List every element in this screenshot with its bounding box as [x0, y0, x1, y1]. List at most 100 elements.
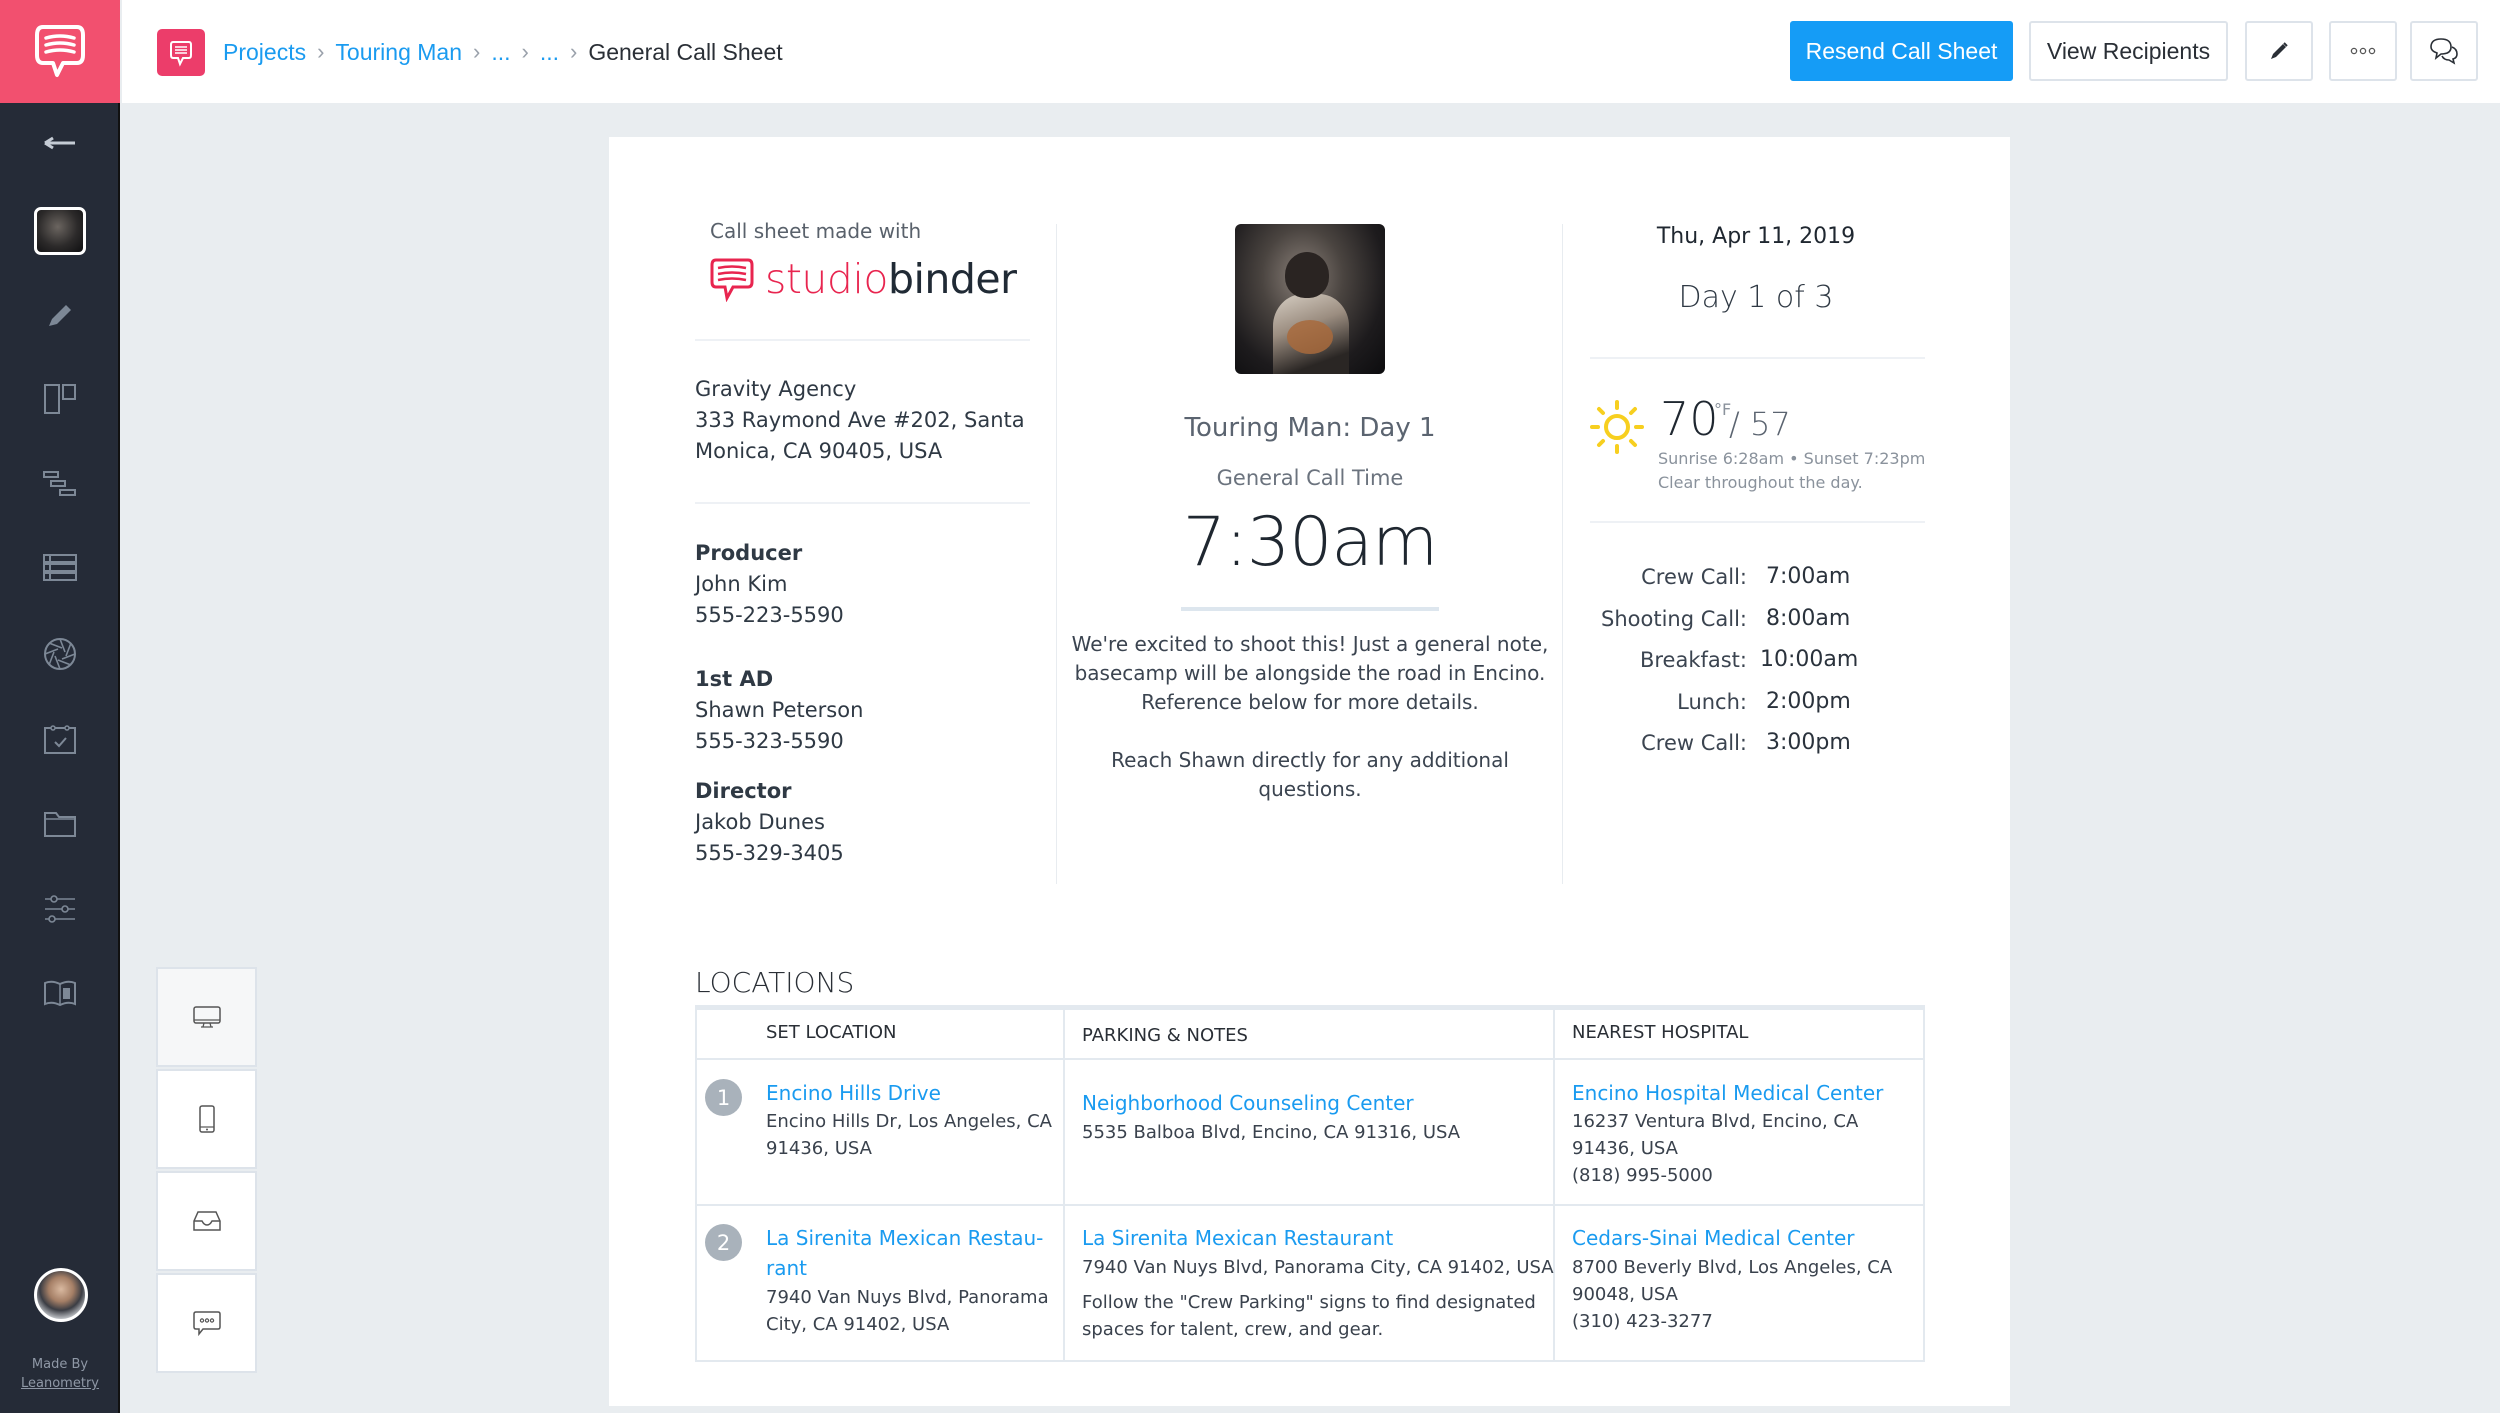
company-address-line1: 333 Raymond Ave #202, Santa	[695, 408, 1025, 432]
contact-phone[interactable]: 555-329-3405	[695, 838, 844, 869]
location-number-badge: 1	[705, 1079, 742, 1116]
preview-sms-button[interactable]	[156, 1273, 257, 1373]
made-by-label: Made By	[31, 1357, 89, 1372]
set-location-link[interactable]: Encino Hills Drive	[766, 1079, 941, 1108]
column-divider	[1562, 224, 1563, 884]
chat-logo-icon	[170, 40, 192, 67]
contact-name: Jakob Dunes	[695, 810, 825, 834]
book-info-icon[interactable]	[0, 963, 120, 1023]
inbox-icon	[192, 1211, 221, 1231]
header-parking-notes: PARKING & NOTES	[1082, 1025, 1248, 1046]
project-thumbnail[interactable]	[0, 201, 120, 261]
set-location-link[interactable]: rant	[766, 1254, 807, 1283]
view-recipients-button[interactable]: View Recipients	[2029, 21, 2228, 81]
board-icon[interactable]	[0, 369, 120, 429]
shoot-date: Thu, Apr 11, 2019	[1656, 224, 1856, 249]
hospital-address: 8700 Beverly Blvd, Los Angeles, CA	[1572, 1257, 1893, 1278]
set-location-address: 91436, USA	[766, 1138, 872, 1159]
breadcrumb-projects[interactable]: Projects	[223, 39, 306, 66]
studiobinder-logo-icon	[710, 258, 754, 302]
comments-icon	[2430, 38, 2458, 65]
note-paragraph: Reach Shawn directly for any additional …	[1111, 748, 1509, 801]
back-arrow-icon[interactable]	[0, 113, 120, 173]
table-column-divider	[1063, 1010, 1065, 1362]
preview-mode-toolbar	[156, 967, 257, 1377]
desktop-icon	[192, 1006, 221, 1028]
project-image	[1235, 224, 1385, 374]
project-thumbnail-image	[34, 207, 86, 255]
sms-icon	[192, 1311, 221, 1336]
hospital-address: 16237 Ventura Blvd, Encino, CA	[1572, 1111, 1859, 1132]
logo-text-binder: binder	[887, 255, 1017, 303]
contact-role: 1st AD	[695, 667, 774, 691]
set-location-link[interactable]: La Sirenita Mexican Restau-	[766, 1224, 1043, 1253]
edit-button[interactable]	[2245, 21, 2313, 81]
pencil-icon[interactable]	[0, 285, 120, 345]
note-paragraph: We're excited to shoot this! Just a gene…	[1071, 632, 1549, 714]
parking-note: Follow the "Crew Parking" signs to find …	[1082, 1292, 1536, 1313]
folder-icon[interactable]	[0, 794, 120, 854]
schedule-time: 10:00am	[1760, 647, 1859, 672]
list-icon[interactable]	[0, 538, 120, 598]
schedule-label: Crew Call:	[1641, 565, 1747, 589]
hospital-link[interactable]: Cedars-Sinai Medical Center	[1572, 1224, 1854, 1253]
set-location-address: 7940 Van Nuys Blvd, Panorama	[766, 1287, 1049, 1308]
day-counter: Day 1 of 3	[1678, 280, 1834, 315]
column-divider	[1056, 224, 1057, 884]
contact-name: John Kim	[695, 572, 788, 596]
breadcrumb-touring-man[interactable]: Touring Man	[335, 39, 462, 66]
contact-name: Shawn Peterson	[695, 698, 864, 722]
preview-desktop-button[interactable]	[156, 967, 257, 1067]
calendar-check-icon[interactable]	[0, 709, 120, 769]
hospital-link[interactable]: Encino Hospital Medical Center	[1572, 1079, 1883, 1108]
studiobinder-logo[interactable]	[0, 0, 120, 103]
general-note: We're excited to shoot this! Just a gene…	[1070, 630, 1550, 804]
temp-low: / 57	[1729, 405, 1791, 443]
breadcrumb: Projects › Touring Man › ... › ... › Gen…	[223, 33, 783, 71]
schedule-label: Breakfast:	[1639, 648, 1747, 672]
comments-button[interactable]	[2410, 21, 2478, 81]
parking-location-link[interactable]: Neighborhood Counseling Center	[1082, 1089, 1414, 1118]
breadcrumb-current: General Call Sheet	[588, 38, 783, 65]
contact-phone[interactable]: 555-323-5590	[695, 726, 844, 757]
schedule-time: 8:00am	[1766, 605, 1851, 631]
locations-title: LOCATIONS	[695, 966, 855, 999]
contact-phone[interactable]: 555-223-5590	[695, 600, 844, 631]
divider	[1590, 521, 1925, 523]
made-by-link[interactable]: Leanometry	[0, 1374, 120, 1393]
preview-mobile-button[interactable]	[156, 1069, 257, 1169]
user-avatar[interactable]	[34, 1268, 88, 1322]
company-address-line2: Monica, CA 90405, USA	[695, 439, 943, 463]
location-number-badge: 2	[705, 1224, 742, 1261]
chevron-right-icon: ›	[570, 39, 578, 64]
more-icon	[2350, 47, 2376, 55]
resend-call-sheet-button[interactable]: Resend Call Sheet	[1790, 21, 2013, 81]
preview-inbox-button[interactable]	[156, 1171, 257, 1271]
sun-icon	[1590, 400, 1644, 454]
sliders-icon[interactable]	[0, 879, 120, 939]
more-options-button[interactable]	[2329, 21, 2397, 81]
breadcrumb-ellipsis-2[interactable]: ...	[540, 39, 559, 66]
made-by-credit: Made By Leanometry	[0, 1355, 120, 1393]
table-row-divider	[697, 1058, 1923, 1060]
schedule-time: 3:00pm	[1766, 730, 1851, 755]
chat-logo-icon	[35, 24, 85, 77]
parking-location-link[interactable]: La Sirenita Mexican Restaurant	[1082, 1224, 1393, 1253]
stripboard-icon[interactable]	[0, 454, 120, 514]
aperture-icon[interactable]	[0, 624, 120, 684]
chevron-right-icon: ›	[473, 39, 481, 64]
mobile-icon	[198, 1105, 215, 1133]
hospital-phone[interactable]: (818) 995-5000	[1572, 1162, 1713, 1189]
parking-address: 5535 Balboa Blvd, Encino, CA 91316, USA	[1082, 1122, 1461, 1143]
logo-text-studio: studio	[765, 255, 888, 303]
temp-high: 70	[1660, 392, 1719, 446]
breadcrumb-ellipsis-1[interactable]: ...	[491, 39, 510, 66]
pencil-icon	[2271, 42, 2288, 59]
hospital-phone[interactable]: (310) 423-3277	[1572, 1308, 1713, 1335]
call-sheet-app-icon[interactable]	[157, 29, 205, 76]
parking-note: spaces for talent, crew, and gear.	[1082, 1319, 1384, 1340]
general-call-label: General Call Time	[1216, 466, 1404, 490]
schedule-label: Crew Call:	[1641, 731, 1747, 755]
hospital-address: 91436, USA	[1572, 1138, 1678, 1159]
set-location-address: Encino Hills Dr, Los Angeles, CA	[766, 1111, 1052, 1132]
